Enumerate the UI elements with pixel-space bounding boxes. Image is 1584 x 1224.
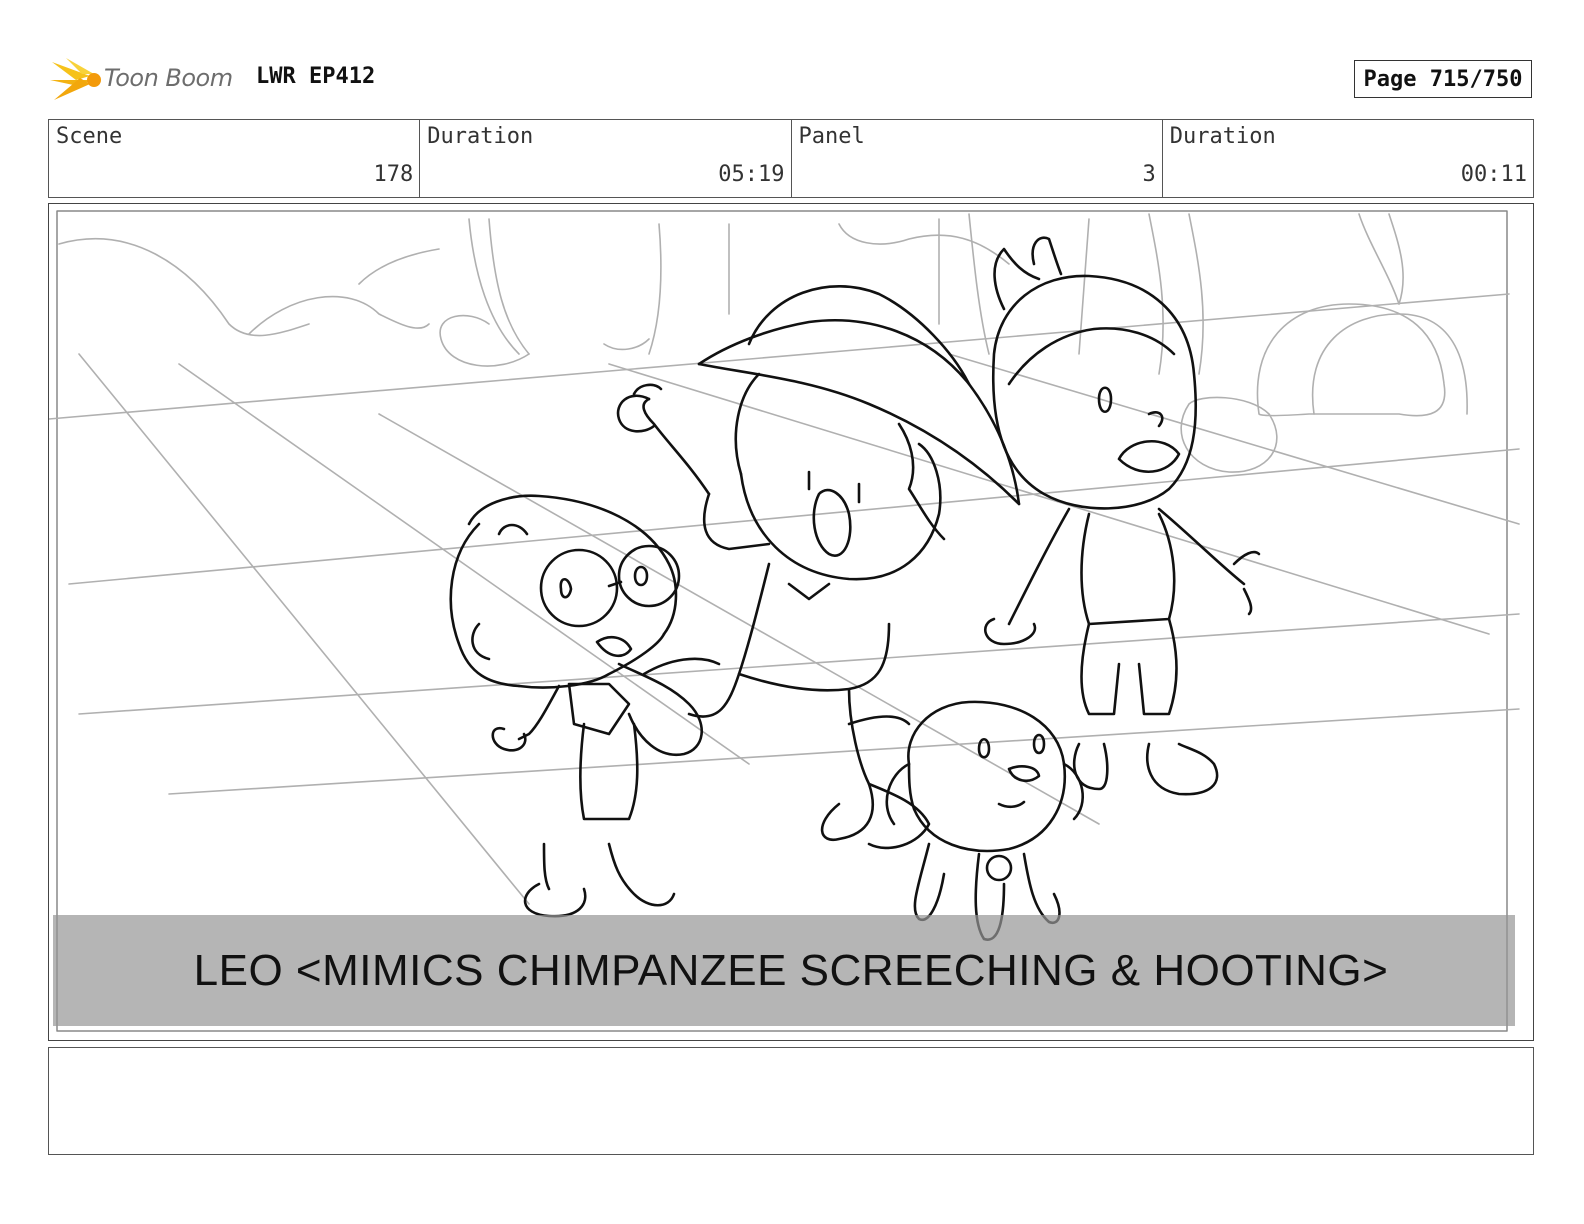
panel-notes-box: [48, 1047, 1534, 1155]
scene-duration-value: 05:19: [718, 162, 785, 187]
scene-info-table: Scene 178 Duration 05:19 Panel 3 Duratio…: [48, 119, 1534, 198]
dialogue-caption: LEO <MIMICS CHIMPANZEE SCREECHING & HOOT…: [193, 946, 1389, 995]
boy-character: [984, 236, 1261, 796]
panel-duration-cell: Duration 00:11: [1163, 120, 1533, 197]
scene-duration-label: Duration: [427, 124, 534, 149]
background-sketch: [49, 213, 1520, 905]
panel-label: Panel: [798, 124, 865, 149]
scene-duration-cell: Duration 05:19: [420, 120, 792, 197]
dog-character: [885, 700, 1084, 941]
starburst-icon: [50, 58, 101, 100]
scene-cell: Scene 178: [49, 120, 421, 197]
scene-value: 178: [373, 162, 414, 187]
logo-wordmark: Toon Boom: [104, 64, 233, 92]
panel-cell: Panel 3: [792, 120, 1163, 197]
girl-character: [449, 494, 721, 918]
page-indicator: Page 715/750: [1354, 60, 1532, 98]
panel-duration-value: 00:11: [1460, 162, 1527, 187]
scene-label: Scene: [56, 124, 123, 149]
storyboard-panel: LEO <MIMICS CHIMPANZEE SCREECHING & HOOT…: [48, 203, 1534, 1041]
panel-value: 3: [1142, 162, 1156, 187]
panel-sketch: [49, 210, 1520, 1032]
episode-title: LWR EP412: [256, 64, 376, 89]
characters-sketch: [449, 236, 1261, 941]
panel-duration-label: Duration: [1169, 124, 1276, 149]
